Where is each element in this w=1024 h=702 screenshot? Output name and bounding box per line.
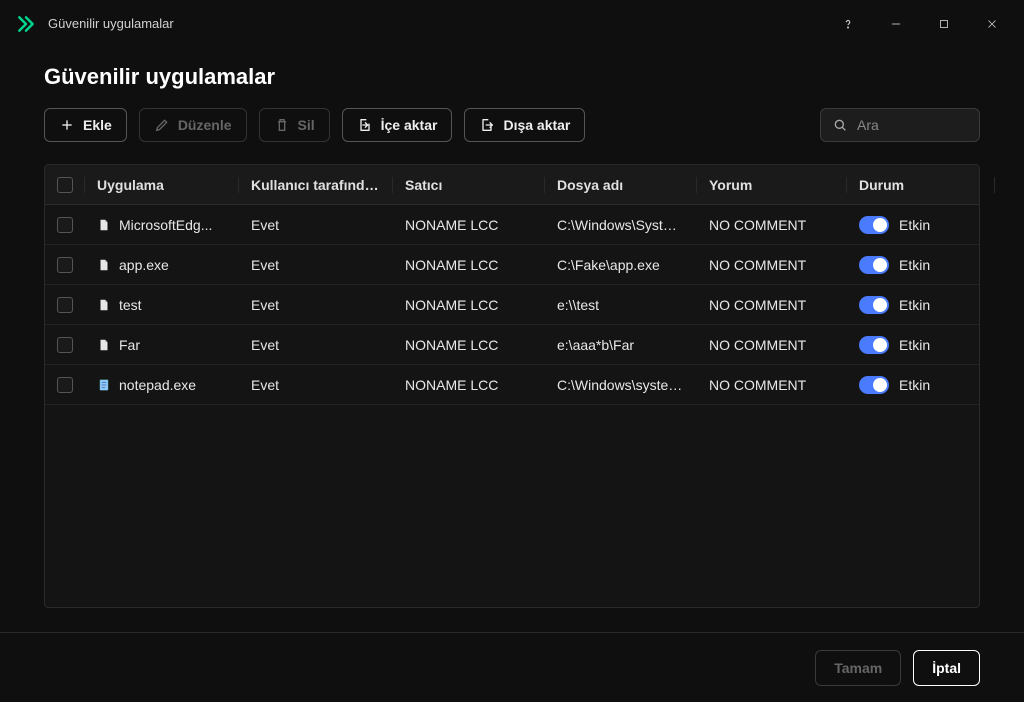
cell-comment: NO COMMENT: [697, 337, 847, 353]
ok-button[interactable]: Tamam: [815, 650, 901, 686]
app-logo-icon: [16, 14, 36, 34]
cell-status: Etkin: [899, 337, 930, 353]
cell-user: Evet: [239, 217, 393, 233]
cell-comment: NO COMMENT: [697, 297, 847, 313]
cell-file: C:\Fake\app.exe: [545, 257, 697, 273]
page-title: Güvenilir uygulamalar: [44, 64, 980, 90]
cell-comment: NO COMMENT: [697, 217, 847, 233]
cell-status: Etkin: [899, 257, 930, 273]
col-comment[interactable]: Yorum: [697, 177, 847, 193]
cell-vendor: NONAME LCC: [393, 337, 545, 353]
cell-status: Etkin: [899, 377, 930, 393]
cancel-button[interactable]: İptal: [913, 650, 980, 686]
row-checkbox[interactable]: [57, 217, 73, 233]
applications-table: Uygulama Kullanıcı tarafında... Satıcı D…: [44, 164, 980, 608]
cell-vendor: NONAME LCC: [393, 257, 545, 273]
import-button[interactable]: İçe aktar: [342, 108, 453, 142]
cell-file: e:\\test: [545, 297, 697, 313]
col-user[interactable]: Kullanıcı tarafında...: [239, 177, 393, 193]
toolbar: Ekle Düzenle Sil İçe aktar Dışa aktar: [44, 108, 980, 142]
cell-user: Evet: [239, 297, 393, 313]
cell-file: e:\aaa*b\Far: [545, 337, 697, 353]
close-button[interactable]: [968, 4, 1016, 44]
cell-app: test: [119, 297, 142, 313]
cell-vendor: NONAME LCC: [393, 217, 545, 233]
col-status[interactable]: Durum: [847, 177, 995, 193]
row-checkbox[interactable]: [57, 257, 73, 273]
add-button[interactable]: Ekle: [44, 108, 127, 142]
row-checkbox[interactable]: [57, 377, 73, 393]
import-button-label: İçe aktar: [381, 117, 438, 133]
cell-status: Etkin: [899, 297, 930, 313]
notepad-file-icon: [97, 378, 111, 392]
file-icon: [97, 258, 111, 272]
minimize-button[interactable]: [872, 4, 920, 44]
cell-comment: NO COMMENT: [697, 377, 847, 393]
file-icon: [97, 338, 111, 352]
add-button-label: Ekle: [83, 117, 112, 133]
file-icon: [97, 218, 111, 232]
help-button[interactable]: [824, 4, 872, 44]
maximize-button[interactable]: [920, 4, 968, 44]
row-checkbox[interactable]: [57, 297, 73, 313]
cell-vendor: NONAME LCC: [393, 297, 545, 313]
col-file[interactable]: Dosya adı: [545, 177, 697, 193]
table-row[interactable]: MicrosoftEdg... EvetNONAME LCCC:\Windows\…: [45, 205, 979, 245]
cell-comment: NO COMMENT: [697, 257, 847, 273]
col-vendor[interactable]: Satıcı: [393, 177, 545, 193]
cell-file: C:\Windows\System...: [545, 217, 697, 233]
search-icon: [832, 117, 848, 133]
col-app[interactable]: Uygulama: [85, 177, 239, 193]
cell-user: Evet: [239, 257, 393, 273]
cell-app: Far: [119, 337, 140, 353]
status-toggle[interactable]: [859, 296, 889, 314]
export-button-label: Dışa aktar: [503, 117, 570, 133]
footer: Tamam İptal: [0, 632, 1024, 702]
window-title: Güvenilir uygulamalar: [48, 16, 174, 31]
edit-button-label: Düzenle: [178, 117, 232, 133]
cell-app: notepad.exe: [119, 377, 196, 393]
table-header: Uygulama Kullanıcı tarafında... Satıcı D…: [45, 165, 979, 205]
file-icon: [97, 298, 111, 312]
edit-button[interactable]: Düzenle: [139, 108, 247, 142]
table-row[interactable]: app.exe EvetNONAME LCCC:\Fake\app.exeNO C…: [45, 245, 979, 285]
cell-user: Evet: [239, 337, 393, 353]
titlebar: Güvenilir uygulamalar: [0, 0, 1024, 48]
status-toggle[interactable]: [859, 336, 889, 354]
select-all-checkbox[interactable]: [57, 177, 73, 193]
cell-app: MicrosoftEdg...: [119, 217, 212, 233]
delete-button-label: Sil: [298, 117, 315, 133]
table-row[interactable]: notepad.exe EvetNONAME LCCC:\Windows\syst…: [45, 365, 979, 405]
table-row[interactable]: test EvetNONAME LCCe:\\testNO COMMENT Etki…: [45, 285, 979, 325]
status-toggle[interactable]: [859, 376, 889, 394]
row-checkbox[interactable]: [57, 337, 73, 353]
status-toggle[interactable]: [859, 216, 889, 234]
table-row[interactable]: Far EvetNONAME LCCe:\aaa*b\FarNO COMMENT E…: [45, 325, 979, 365]
cell-vendor: NONAME LCC: [393, 377, 545, 393]
export-button[interactable]: Dışa aktar: [464, 108, 585, 142]
cell-status: Etkin: [899, 217, 930, 233]
cell-app: app.exe: [119, 257, 169, 273]
cell-user: Evet: [239, 377, 393, 393]
delete-button[interactable]: Sil: [259, 108, 330, 142]
status-toggle[interactable]: [859, 256, 889, 274]
cell-file: C:\Windows\system...: [545, 377, 697, 393]
